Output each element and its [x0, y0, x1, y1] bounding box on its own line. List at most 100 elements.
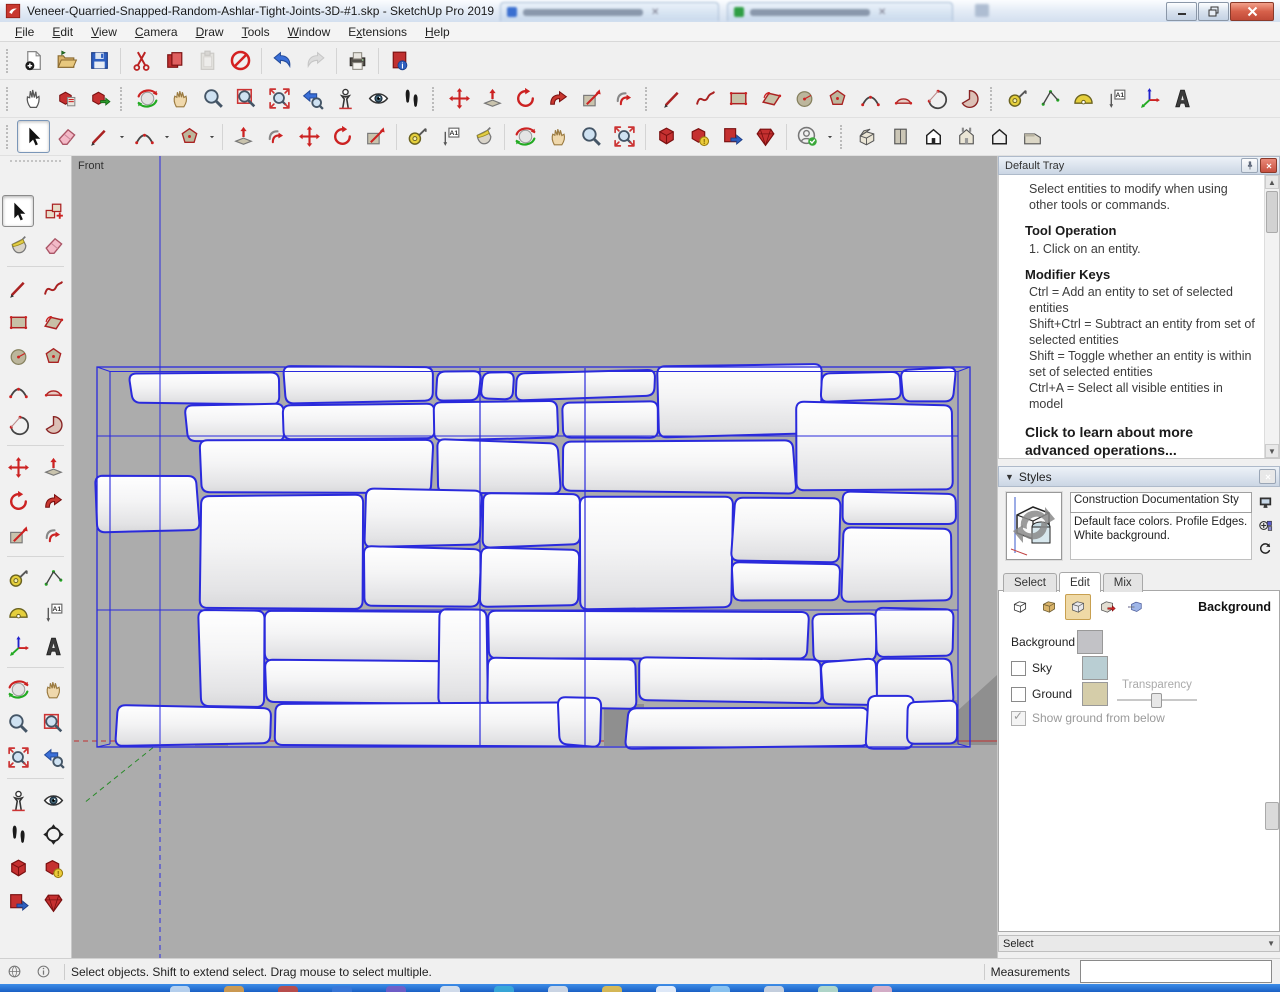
- cut-button[interactable]: [125, 44, 158, 77]
- measurements-input[interactable]: [1080, 960, 1272, 983]
- toolbar-grip[interactable]: [432, 87, 437, 111]
- pin-icon[interactable]: [1241, 158, 1258, 173]
- tape-measure-button[interactable]: [2, 562, 34, 594]
- toolbar-grip[interactable]: [990, 87, 995, 111]
- modeling-settings-icon[interactable]: [1123, 594, 1149, 620]
- menu-view[interactable]: View: [82, 23, 126, 41]
- text-button[interactable]: A1: [1100, 82, 1133, 115]
- move-button[interactable]: [2, 451, 34, 483]
- watermark-settings-icon[interactable]: [1094, 594, 1120, 620]
- view-left-button[interactable]: [1016, 120, 1049, 153]
- offset-button[interactable]: [260, 120, 293, 153]
- push-hand-button[interactable]: [17, 82, 50, 115]
- menu-camera[interactable]: Camera: [126, 23, 187, 41]
- tray-scroll-thumb[interactable]: [1265, 802, 1279, 830]
- component-tool-a-button[interactable]: [50, 82, 83, 115]
- model-canvas[interactable]: [72, 156, 997, 958]
- pan-button[interactable]: [542, 120, 575, 153]
- 3d-text-button[interactable]: [37, 630, 69, 662]
- push-pull-button[interactable]: [476, 82, 509, 115]
- taskbar-app-icon[interactable]: [170, 986, 190, 992]
- taskbar-app-icon[interactable]: [386, 986, 406, 992]
- polygon-button[interactable]: [821, 82, 854, 115]
- sky-color-swatch[interactable]: [1082, 656, 1108, 680]
- taskbar-app-icon[interactable]: [818, 986, 838, 992]
- move-button[interactable]: [293, 120, 326, 153]
- rectangle-button[interactable]: [722, 82, 755, 115]
- geolocation-icon[interactable]: [6, 963, 23, 980]
- menu-tools[interactable]: Tools: [233, 23, 279, 41]
- push-pull-button[interactable]: [227, 120, 260, 153]
- styles-panel-header[interactable]: ▼ Styles: [998, 466, 1280, 487]
- previous-button[interactable]: [296, 82, 329, 115]
- zoom-button[interactable]: [2, 707, 34, 739]
- zoom-window-button[interactable]: [230, 82, 263, 115]
- share-model-button[interactable]: !: [37, 852, 69, 884]
- style-name-field[interactable]: Construction Documentation Sty: [1070, 492, 1252, 513]
- arc-button[interactable]: [2, 374, 34, 406]
- view-right-button[interactable]: [950, 120, 983, 153]
- taskbar-app-icon[interactable]: [494, 986, 514, 992]
- tab-mix[interactable]: Mix: [1103, 573, 1143, 592]
- model-info-button[interactable]: i: [383, 44, 416, 77]
- menu-draw[interactable]: Draw: [187, 23, 233, 41]
- restore-button[interactable]: [1198, 2, 1229, 21]
- menu-extensions[interactable]: Extensions: [339, 23, 416, 41]
- styles-close-icon[interactable]: [1259, 469, 1276, 484]
- menu-edit[interactable]: Edit: [43, 23, 82, 41]
- orbit-button[interactable]: [509, 120, 542, 153]
- tray-close-icon[interactable]: [1260, 158, 1277, 173]
- taskbar-app-icon[interactable]: [602, 986, 622, 992]
- shapes-options-dropdown[interactable]: [206, 121, 218, 152]
- freehand-button[interactable]: [689, 82, 722, 115]
- dimension-button[interactable]: [37, 562, 69, 594]
- push-pull-button[interactable]: [37, 451, 69, 483]
- circle-button[interactable]: [2, 340, 34, 372]
- instructor-link[interactable]: Click to learn about more advanced opera…: [1025, 424, 1259, 459]
- style-description-field[interactable]: Default face colors. Profile Edges. Whit…: [1070, 513, 1252, 560]
- make-component-button[interactable]: [37, 195, 69, 227]
- tab-edit[interactable]: Edit: [1059, 572, 1101, 592]
- display-secondary-pane-icon[interactable]: [1256, 493, 1274, 511]
- zoom-window-button[interactable]: [37, 707, 69, 739]
- create-new-style-icon[interactable]: [1256, 516, 1274, 534]
- rectangle-button[interactable]: [2, 306, 34, 338]
- scroll-down-icon[interactable]: ▼: [1265, 444, 1279, 458]
- line-button[interactable]: [83, 120, 116, 153]
- palette-grip[interactable]: [10, 160, 61, 165]
- tab-select[interactable]: Select: [1003, 573, 1057, 592]
- extension-warehouse-button[interactable]: [749, 120, 782, 153]
- extension-warehouse-button[interactable]: [37, 886, 69, 918]
- menu-window[interactable]: Window: [279, 23, 340, 41]
- orbit-button[interactable]: [131, 82, 164, 115]
- select-button[interactable]: [2, 195, 34, 227]
- offset-button[interactable]: [37, 519, 69, 551]
- 3d-text-button[interactable]: [1166, 82, 1199, 115]
- edge-settings-icon[interactable]: [1007, 594, 1033, 620]
- copy-button[interactable]: [158, 44, 191, 77]
- two-point-arc-button[interactable]: [887, 82, 920, 115]
- eraser-button[interactable]: [50, 120, 83, 153]
- position-camera-button[interactable]: [2, 784, 34, 816]
- ground-checkbox[interactable]: [1011, 687, 1026, 702]
- new-document-button[interactable]: [17, 44, 50, 77]
- background-settings-icon[interactable]: [1065, 594, 1091, 620]
- look-around-button[interactable]: [362, 82, 395, 115]
- taskbar-app-icon[interactable]: [332, 986, 352, 992]
- view-top-button[interactable]: [884, 120, 917, 153]
- blurred-background-tab-2[interactable]: ✕: [727, 2, 953, 21]
- rotate-button[interactable]: [2, 485, 34, 517]
- print-button[interactable]: [341, 44, 374, 77]
- zoom-extents-button[interactable]: [263, 82, 296, 115]
- paste-button[interactable]: [191, 44, 224, 77]
- circle-button[interactable]: [788, 82, 821, 115]
- menu-file[interactable]: File: [6, 23, 43, 41]
- shapes-button[interactable]: [173, 120, 206, 153]
- view-iso-button[interactable]: [851, 120, 884, 153]
- instructor-scrollbar[interactable]: ▲ ▼: [1264, 175, 1279, 458]
- toolbar-grip[interactable]: [120, 87, 125, 111]
- info-icon[interactable]: [35, 963, 52, 980]
- zoom-button[interactable]: [575, 120, 608, 153]
- section-plane-button[interactable]: [37, 818, 69, 850]
- 3d-warehouse-button[interactable]: [2, 852, 34, 884]
